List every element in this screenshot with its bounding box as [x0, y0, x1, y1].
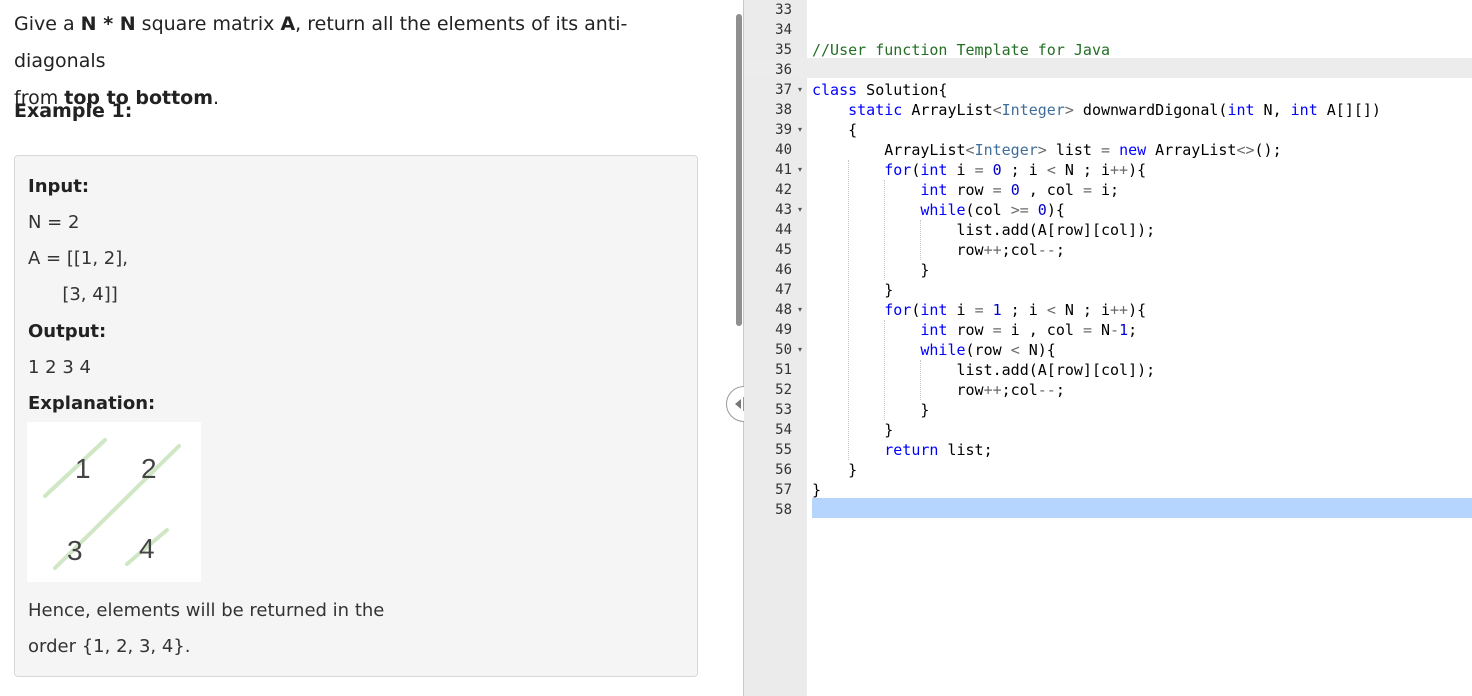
code-line[interactable]: class Solution{ — [812, 80, 947, 100]
matrix-cell: 3 — [67, 535, 83, 566]
line-number: 34 — [775, 22, 792, 38]
line-number: 39 — [775, 122, 792, 138]
fold-arrow-icon[interactable]: ▾ — [795, 120, 805, 140]
line-number: 44 — [775, 222, 792, 238]
line-number: 33 — [775, 2, 792, 18]
problem-scrollbar[interactable] — [736, 14, 742, 326]
fold-arrow-icon[interactable]: ▾ — [795, 80, 805, 100]
line-number: 46 — [775, 262, 792, 278]
code-line[interactable]: } — [812, 280, 893, 300]
fold-arrow-icon[interactable]: ▾ — [795, 340, 805, 360]
code-line[interactable]: return list; — [812, 440, 992, 460]
line-number: 45 — [775, 242, 792, 258]
indent-guide — [884, 320, 886, 420]
indent-guide — [848, 160, 850, 460]
intro-text: Give a — [14, 13, 81, 35]
line-number: 58 — [775, 502, 792, 518]
line-number: 54 — [775, 422, 792, 438]
code-line[interactable]: { — [812, 120, 857, 140]
output-value: 1 2 3 4 — [28, 357, 91, 378]
intro-text-mid: square matrix — [135, 13, 281, 35]
code-line[interactable]: ArrayList<Integer> list = new ArrayList<… — [812, 140, 1281, 160]
code-line[interactable]: for(int i = 0 ; i < N ; i++){ — [812, 160, 1146, 180]
line-number: 38 — [775, 102, 792, 118]
input-a-row1: A = [[1, 2], — [28, 248, 128, 269]
explanation-image: 1 2 3 4 — [27, 422, 201, 582]
output-label: Output: — [28, 321, 107, 342]
fold-arrow-icon[interactable]: ▾ — [795, 300, 805, 320]
indent-guide — [884, 180, 886, 280]
code-line[interactable]: //User function Template for Java — [812, 40, 1110, 60]
matrix-cell: 2 — [141, 453, 157, 484]
example-box: Input: N = 2 A = [[1, 2], [3, 4]] Output… — [14, 155, 698, 677]
intro-nn: N * N — [80, 13, 136, 35]
line-number: 53 — [775, 402, 792, 418]
code-line[interactable]: } — [812, 400, 929, 420]
code-line[interactable]: } — [812, 460, 857, 480]
line-number: 52 — [775, 382, 792, 398]
line-number: 51 — [775, 362, 792, 378]
explanation-label: Explanation: — [28, 393, 156, 414]
code-line[interactable]: } — [812, 260, 929, 280]
fold-arrow-icon[interactable]: ▾ — [795, 200, 805, 220]
intro-period: . — [213, 87, 220, 109]
line-number: 43 — [775, 202, 792, 218]
matrix-cell: 1 — [75, 453, 91, 484]
hence-line-1: Hence, elements will be returned in the — [28, 600, 385, 621]
indent-guide — [920, 360, 922, 400]
indent-guide — [920, 220, 922, 260]
code-line[interactable]: list.add(A[row][col]); — [812, 360, 1155, 380]
code-line[interactable]: int row = 0 , col = i; — [812, 180, 1119, 200]
line-number: 56 — [775, 462, 792, 478]
intro-a: A — [280, 13, 296, 35]
problem-panel: Give a N * N square matrix A, return all… — [0, 0, 728, 696]
code-line[interactable]: } — [812, 420, 893, 440]
line-number: 37 — [775, 82, 792, 98]
input-a-row2: [3, 4]] — [28, 284, 118, 305]
line-number: 57 — [775, 482, 792, 498]
code-line[interactable]: row++;col--; — [812, 380, 1064, 400]
code-line[interactable]: } — [812, 480, 821, 500]
code-line[interactable]: for(int i = 1 ; i < N ; i++){ — [812, 300, 1146, 320]
code-line[interactable]: row++;col--; — [812, 240, 1064, 260]
input-n: N = 2 — [28, 212, 80, 233]
line-number: 41 — [775, 162, 792, 178]
hence-line-2: order {1, 2, 3, 4}. — [28, 636, 191, 657]
code-line[interactable]: while(col >= 0){ — [812, 200, 1065, 220]
code-line[interactable]: int row = i , col = N-1; — [812, 320, 1137, 340]
line-number: 42 — [775, 182, 792, 198]
selection-highlight — [812, 498, 1472, 518]
input-label: Input: — [28, 176, 90, 197]
example-title: Example 1: — [14, 100, 133, 122]
line-number: 49 — [775, 322, 792, 338]
line-number: 36 — [775, 62, 792, 78]
line-number: 47 — [775, 282, 792, 298]
matrix-cell: 4 — [139, 533, 155, 564]
code-line[interactable]: static ArrayList<Integer> downwardDigona… — [812, 100, 1381, 120]
fold-arrow-icon[interactable]: ▾ — [795, 160, 805, 180]
line-number: 48 — [775, 302, 792, 318]
line-number: 40 — [775, 142, 792, 158]
active-line-highlight — [744, 58, 1472, 78]
line-number: 50 — [775, 342, 792, 358]
code-line[interactable]: list.add(A[row][col]); — [812, 220, 1155, 240]
anti-diagonal-diagram: 1 2 3 4 — [43, 438, 181, 570]
line-number: 35 — [775, 42, 792, 58]
line-number: 55 — [775, 442, 792, 458]
